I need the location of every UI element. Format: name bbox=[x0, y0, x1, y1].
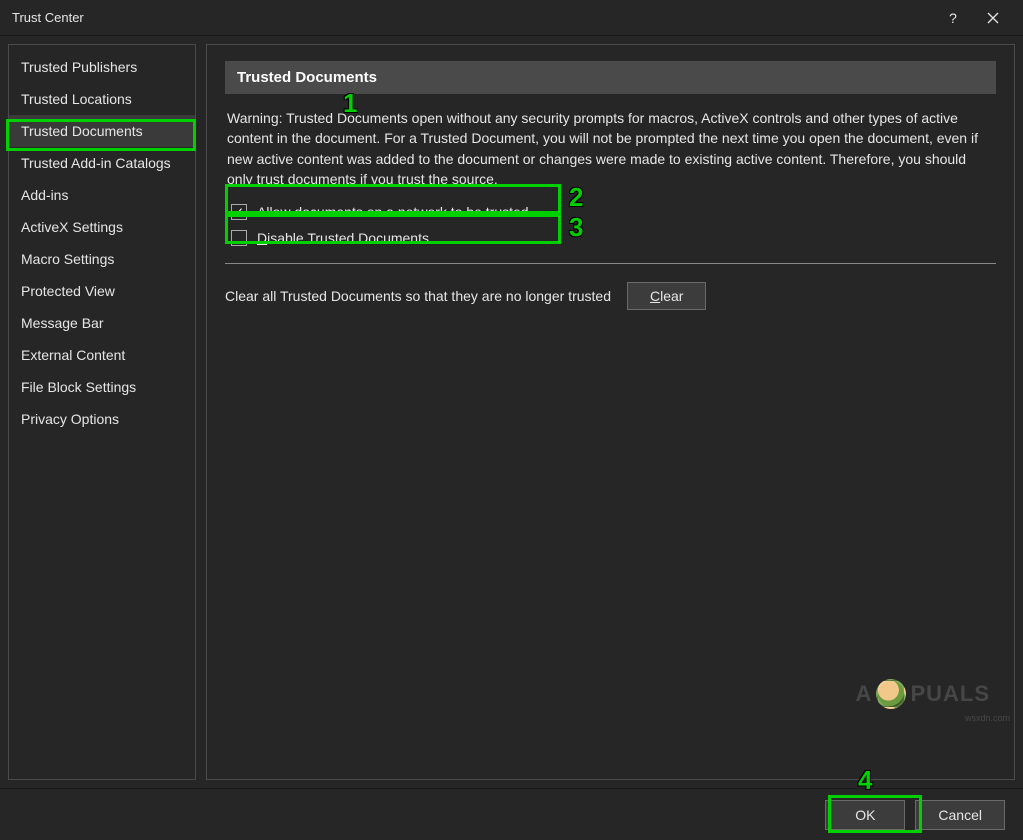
close-icon bbox=[987, 12, 999, 24]
divider bbox=[225, 263, 996, 264]
clear-label: Clear all Trusted Documents so that they… bbox=[225, 288, 611, 304]
content-area: Trusted Publishers Trusted Locations Tru… bbox=[0, 36, 1023, 788]
sidebar-item-external-content[interactable]: External Content bbox=[9, 339, 195, 371]
option-disable-trusted-documents[interactable]: Disable Trusted Documents bbox=[225, 225, 996, 251]
sidebar-item-trusted-addin-catalogs[interactable]: Trusted Add-in Catalogs bbox=[9, 147, 195, 179]
window-title: Trust Center bbox=[12, 10, 933, 25]
help-button[interactable]: ? bbox=[933, 0, 973, 36]
clear-row: Clear all Trusted Documents so that they… bbox=[225, 282, 996, 310]
sidebar-item-message-bar[interactable]: Message Bar bbox=[9, 307, 195, 339]
sidebar: Trusted Publishers Trusted Locations Tru… bbox=[8, 44, 196, 780]
sidebar-item-trusted-documents[interactable]: Trusted Documents bbox=[9, 115, 195, 147]
close-button[interactable] bbox=[973, 0, 1013, 36]
sidebar-item-trusted-publishers[interactable]: Trusted Publishers bbox=[9, 51, 195, 83]
watermark-pre: A bbox=[856, 681, 873, 707]
sidebar-item-macro-settings[interactable]: Macro Settings bbox=[9, 243, 195, 275]
clear-button[interactable]: Clear bbox=[627, 282, 706, 310]
option-disable-label: Disable Trusted Documents bbox=[257, 230, 429, 246]
section-header: Trusted Documents bbox=[225, 61, 996, 94]
sidebar-item-protected-view[interactable]: Protected View bbox=[9, 275, 195, 307]
option-allow-label: Allow documents on a network to be trust… bbox=[257, 204, 529, 220]
main-panel: Trusted Documents Warning: Trusted Docum… bbox=[206, 44, 1015, 780]
titlebar: Trust Center ? bbox=[0, 0, 1023, 36]
option-allow-network-trust[interactable]: Allow documents on a network to be trust… bbox=[225, 199, 996, 225]
sidebar-item-activex-settings[interactable]: ActiveX Settings bbox=[9, 211, 195, 243]
watermark-logo: A PUALS bbox=[856, 679, 990, 709]
watermark-post: PUALS bbox=[910, 681, 990, 707]
checkbox-disable-trusted[interactable] bbox=[231, 230, 247, 246]
sidebar-item-addins[interactable]: Add-ins bbox=[9, 179, 195, 211]
credit-text: wsxdn.com bbox=[965, 713, 1010, 723]
footer: OK Cancel bbox=[0, 788, 1023, 840]
sidebar-item-privacy-options[interactable]: Privacy Options bbox=[9, 403, 195, 435]
cancel-button[interactable]: Cancel bbox=[915, 800, 1005, 830]
sidebar-item-trusted-locations[interactable]: Trusted Locations bbox=[9, 83, 195, 115]
ok-button[interactable]: OK bbox=[825, 800, 905, 830]
checkbox-allow-network[interactable] bbox=[231, 204, 247, 220]
warning-text: Warning: Trusted Documents open without … bbox=[225, 108, 996, 189]
avatar-icon bbox=[876, 679, 906, 709]
sidebar-item-file-block-settings[interactable]: File Block Settings bbox=[9, 371, 195, 403]
